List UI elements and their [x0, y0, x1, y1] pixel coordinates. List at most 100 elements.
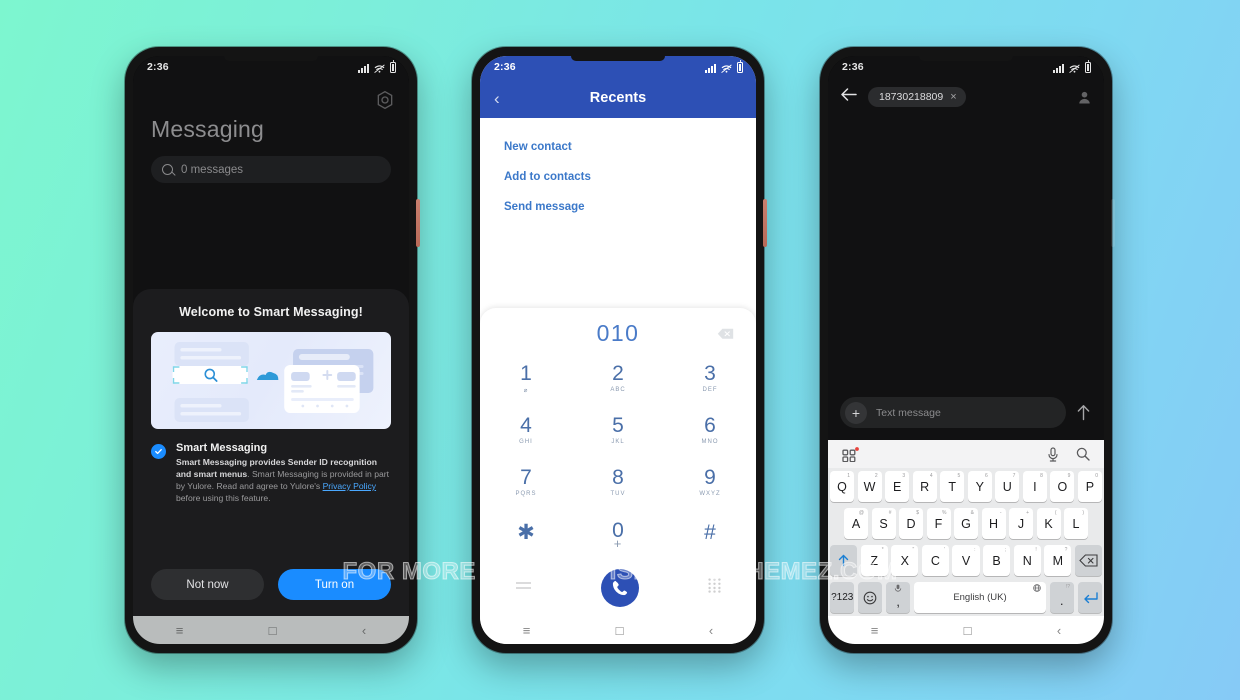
- key-u[interactable]: 7U: [995, 471, 1020, 502]
- key-h[interactable]: -H: [981, 508, 1006, 539]
- recents-button[interactable]: ≡: [523, 624, 531, 637]
- key-n[interactable]: ! N: [1013, 545, 1041, 576]
- search-icon[interactable]: [1076, 447, 1090, 461]
- key-m[interactable]: ? M: [1044, 545, 1072, 576]
- person-icon[interactable]: [1078, 91, 1091, 104]
- dialpad-key-7[interactable]: 7 PQRS: [480, 456, 572, 508]
- key-letters: DEF: [702, 387, 718, 393]
- list-item-add-to-contacts[interactable]: Add to contacts: [504, 162, 732, 192]
- shift-key[interactable]: [830, 545, 858, 576]
- key-y[interactable]: 6Y: [967, 471, 992, 502]
- key-a[interactable]: @ A: [844, 508, 868, 539]
- search-input[interactable]: 0 messages: [151, 156, 391, 183]
- key-d[interactable]: $ D: [899, 508, 923, 539]
- symbols-key[interactable]: ?123: [830, 582, 855, 613]
- key-t[interactable]: 5T: [940, 471, 965, 502]
- dialpad-key-star[interactable]: ✱: [480, 508, 572, 560]
- key-s[interactable]: # S: [871, 508, 896, 539]
- close-icon[interactable]: ×: [950, 91, 956, 103]
- dialpad-key-4[interactable]: 4 GHI: [480, 404, 572, 456]
- key-c[interactable]: ' C: [921, 545, 949, 576]
- key-l[interactable]: ) L: [1064, 508, 1088, 539]
- turn-on-button[interactable]: Turn on: [278, 569, 391, 600]
- menu-icon[interactable]: [515, 579, 532, 597]
- power-button[interactable]: [416, 199, 420, 247]
- key-w[interactable]: 2W: [857, 471, 882, 502]
- key-sup: 7: [1012, 473, 1016, 479]
- arrow-left-icon[interactable]: [841, 88, 857, 106]
- phone-1-messaging: 2:36 Messaging 0 messages Welcome to Sma…: [125, 47, 420, 653]
- key-x[interactable]: " X: [891, 545, 919, 576]
- comma-key[interactable]: ,: [885, 582, 911, 613]
- dialpad-key-2[interactable]: 2 ABC: [572, 352, 664, 404]
- key-q[interactable]: 1Q: [830, 471, 855, 502]
- key-digit: #: [704, 521, 716, 544]
- keyboard-toolbar: [828, 440, 1104, 468]
- dialpad-key-0[interactable]: 0 +: [572, 508, 664, 560]
- back-button[interactable]: ‹: [362, 624, 366, 637]
- key-letters: +: [613, 536, 623, 552]
- key-label: P: [1085, 479, 1095, 494]
- key-f[interactable]: % F: [926, 508, 951, 539]
- privacy-policy-link[interactable]: Privacy Policy: [323, 481, 376, 491]
- list-item-send-message[interactable]: Send message: [504, 192, 732, 222]
- key-b[interactable]: ; B: [983, 545, 1011, 576]
- not-now-button[interactable]: Not now: [151, 569, 264, 600]
- dialpad-key-3[interactable]: 3 DEF: [664, 352, 756, 404]
- dialpad-key-6[interactable]: 6 MNO: [664, 404, 756, 456]
- recents-button[interactable]: ≡: [871, 624, 879, 637]
- key-g[interactable]: & G: [954, 508, 978, 539]
- text-message-input[interactable]: + Text message: [840, 397, 1066, 428]
- dialpad-key-9[interactable]: 9 WXYZ: [664, 456, 756, 508]
- key-v[interactable]: :V: [952, 545, 980, 576]
- period-key[interactable]: !? .: [1049, 582, 1075, 613]
- dialpad-key-8[interactable]: 8 TUV: [572, 456, 664, 508]
- key-p[interactable]: 0P: [1077, 471, 1102, 502]
- call-button[interactable]: [600, 569, 639, 607]
- signal-icon: [1053, 63, 1064, 73]
- recents-button[interactable]: ≡: [176, 624, 184, 637]
- dialpad-key-5[interactable]: 5 JKL: [572, 404, 664, 456]
- key-i[interactable]: 8I: [1022, 471, 1047, 502]
- smart-messaging-illustration: [151, 332, 391, 429]
- emoji-key[interactable]: [857, 582, 883, 613]
- recipient-chip[interactable]: 18730218809 ×: [868, 87, 966, 107]
- globe-icon: [1033, 584, 1041, 592]
- backspace-key[interactable]: [1074, 545, 1102, 576]
- microphone-icon[interactable]: [1047, 446, 1059, 462]
- key-z[interactable]: * Z: [860, 545, 888, 576]
- key-label: ,: [896, 595, 900, 609]
- gear-icon[interactable]: [375, 90, 395, 110]
- key-sup: 8: [1040, 473, 1043, 479]
- list-item-new-contact[interactable]: New contact: [504, 132, 732, 162]
- dialpad-key-1[interactable]: 1 ⌀: [480, 352, 572, 404]
- attach-icon[interactable]: +: [845, 401, 867, 424]
- enter-key[interactable]: [1077, 582, 1102, 613]
- arrow-up-icon[interactable]: [1075, 404, 1092, 421]
- power-button[interactable]: [763, 199, 767, 247]
- home-button[interactable]: □: [616, 624, 624, 637]
- backspace-icon[interactable]: [717, 327, 734, 340]
- action-list: New contact Add to contacts Send message: [480, 118, 756, 222]
- keypad-icon[interactable]: [708, 578, 721, 598]
- back-button[interactable]: ‹: [709, 624, 713, 637]
- key-sup: 1: [847, 473, 851, 479]
- dialpad-key-hash[interactable]: #: [664, 508, 756, 560]
- dialed-number[interactable]: 010: [597, 320, 640, 347]
- key-sup: ?: [1064, 547, 1068, 553]
- space-key[interactable]: English (UK): [913, 582, 1047, 613]
- key-k[interactable]: (K: [1036, 508, 1061, 539]
- grid-icon[interactable]: [842, 446, 859, 462]
- key-r[interactable]: 4R: [912, 471, 937, 502]
- power-button[interactable]: [1111, 199, 1115, 247]
- key-e[interactable]: 3E: [885, 471, 910, 502]
- home-button[interactable]: □: [269, 624, 277, 637]
- key-label: C: [930, 553, 940, 568]
- home-button[interactable]: □: [964, 624, 972, 637]
- key-o[interactable]: 9O: [1050, 471, 1075, 502]
- key-j[interactable]: + J: [1009, 508, 1033, 539]
- key-sup: ): [1082, 510, 1084, 516]
- message-composer: + Text message: [828, 397, 1104, 440]
- back-button[interactable]: ‹: [1057, 624, 1061, 637]
- key-label: E: [892, 479, 902, 494]
